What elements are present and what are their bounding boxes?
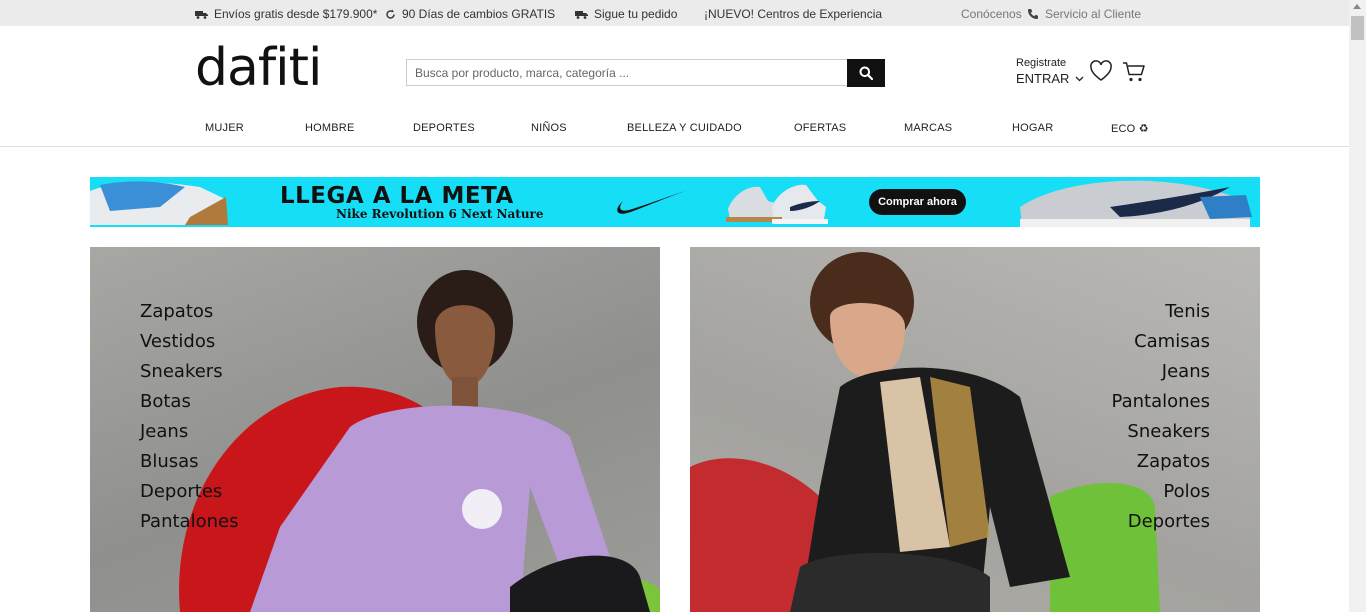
nav-item-hombre[interactable]: HOMBRE (305, 122, 354, 134)
men-category-list: Tenis Camisas Jeans Pantalones Sneakers … (1112, 300, 1210, 540)
banner-title: LLEGA A LA META (280, 183, 514, 209)
about-link[interactable]: Conócenos (961, 7, 1022, 21)
chevron-down-icon (1075, 76, 1084, 81)
women-category-item[interactable]: Deportes (140, 480, 238, 510)
men-category-item[interactable]: Tenis (1112, 300, 1210, 330)
shop-now-button[interactable]: Comprar ahora (869, 189, 966, 215)
returns-notice[interactable]: 90 Días de cambios GRATIS (385, 7, 555, 21)
heart-icon[interactable] (1089, 60, 1113, 82)
sneaker-image-right (1020, 180, 1252, 227)
women-category-item[interactable]: Zapatos (140, 300, 238, 330)
tracking-text: Sigue tu pedido (594, 7, 678, 21)
nav-item-ofertas[interactable]: OFERTAS (794, 122, 846, 134)
login-label: ENTRAR (1016, 71, 1070, 86)
banner-subtitle: Nike Revolution 6 Next Nature (336, 207, 544, 221)
search-icon (859, 66, 873, 80)
customer-service-text: Servicio al Cliente (1045, 7, 1142, 21)
women-category-item[interactable]: Vestidos (140, 330, 238, 360)
cart-icon[interactable] (1122, 61, 1146, 83)
customer-service-link[interactable]: Servicio al Cliente (1027, 7, 1141, 21)
women-category-list: Zapatos Vestidos Sneakers Botas Jeans Bl… (140, 300, 238, 540)
returns-text: 90 Días de cambios GRATIS (402, 7, 556, 21)
nav-item-marcas[interactable]: MARCAS (904, 122, 952, 134)
women-category-item[interactable]: Botas (140, 390, 238, 420)
main-nav: MUJER HOMBRE DEPORTES NIÑOS BELLEZA Y CU… (0, 110, 1349, 147)
tracking-link[interactable]: Sigue tu pedido (575, 7, 677, 21)
men-category-panel[interactable]: Tenis Camisas Jeans Pantalones Sneakers … (690, 247, 1260, 612)
women-category-item[interactable]: Pantalones (140, 510, 238, 540)
nav-item-eco[interactable]: ECO ♻ (1111, 122, 1149, 135)
scrollbar-thumb[interactable] (1351, 16, 1364, 40)
sneaker-image-left (90, 181, 228, 225)
scroll-up-arrow-icon[interactable] (1353, 4, 1361, 9)
about-text: Conócenos (961, 7, 1022, 21)
promo-banner[interactable]: LLEGA A LA META Nike Revolution 6 Next N… (90, 177, 1260, 227)
men-category-item[interactable]: Jeans (1112, 360, 1210, 390)
women-category-item[interactable]: Sneakers (140, 360, 238, 390)
men-category-item[interactable]: Zapatos (1112, 450, 1210, 480)
phone-icon (1028, 9, 1038, 19)
refresh-icon (386, 9, 395, 19)
dafiti-logo[interactable]: dafiti (195, 40, 322, 96)
women-category-item[interactable]: Jeans (140, 420, 238, 450)
nav-item-hogar[interactable]: HOGAR (1012, 122, 1053, 134)
men-category-item[interactable]: Sneakers (1112, 420, 1210, 450)
site-header: dafiti Registrate ENTRAR (0, 26, 1349, 111)
free-shipping-text: Envíos gratis desde $179.900* (214, 7, 378, 21)
women-category-item[interactable]: Blusas (140, 450, 238, 480)
nav-item-belleza[interactable]: BELLEZA Y CUIDADO (627, 122, 742, 134)
experience-centers-link[interactable]: ¡NUEVO! Centros de Experiencia (704, 7, 882, 21)
search-input[interactable] (406, 59, 847, 86)
free-shipping-notice[interactable]: Envíos gratis desde $179.900* (195, 7, 377, 21)
page-scrollbar[interactable] (1349, 0, 1366, 612)
account-menu[interactable]: Registrate ENTRAR (1016, 57, 1084, 86)
men-category-item[interactable]: Deportes (1112, 510, 1210, 540)
nav-item-deportes[interactable]: DEPORTES (413, 122, 475, 134)
women-category-panel[interactable]: Zapatos Vestidos Sneakers Botas Jeans Bl… (90, 247, 660, 612)
swoosh-logo-icon (617, 191, 685, 214)
register-link[interactable]: Registrate (1016, 57, 1084, 69)
experience-centers-text: ¡NUEVO! Centros de Experiencia (704, 7, 883, 21)
men-category-item[interactable]: Pantalones (1112, 390, 1210, 420)
truck-icon (195, 10, 208, 19)
nav-item-mujer[interactable]: MUJER (205, 122, 244, 134)
search-button[interactable] (847, 59, 885, 87)
men-category-item[interactable]: Polos (1112, 480, 1210, 510)
men-category-item[interactable]: Camisas (1112, 330, 1210, 360)
login-dropdown[interactable]: ENTRAR (1016, 71, 1084, 86)
sneaker-image-center (726, 184, 828, 224)
nav-item-ninos[interactable]: NIÑOS (531, 122, 567, 134)
truck-icon (575, 10, 588, 19)
top-info-bar: Envíos gratis desde $179.900* 90 Días de… (0, 0, 1349, 26)
